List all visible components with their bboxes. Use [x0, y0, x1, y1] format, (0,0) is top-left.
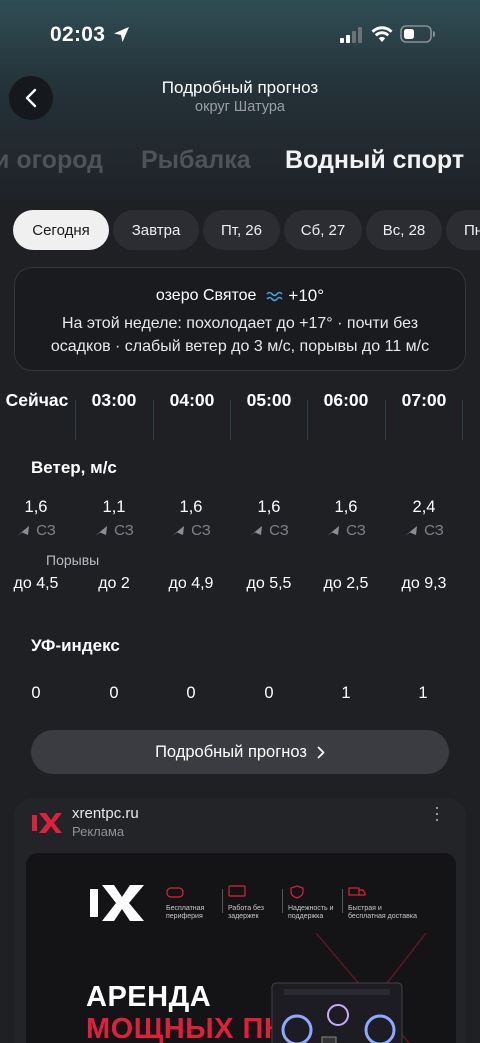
chevron-right-icon: [317, 746, 325, 758]
ad-label: Реклама: [72, 824, 125, 839]
sport-tabs: и огород Рыбалка Водный спорт: [0, 140, 480, 184]
rentx-banner-logo: [90, 885, 144, 921]
uv-value: 1: [418, 684, 428, 702]
day-tab-fri[interactable]: Пт, 26: [203, 210, 280, 250]
day-tab-tomorrow[interactable]: Завтра: [113, 210, 199, 250]
ad-feature: Бесплатная периферия: [166, 905, 205, 920]
wind-speed: 2,4: [412, 498, 436, 516]
wind-direction-arrow-icon: [17, 525, 30, 536]
wind-direction: СЗ: [269, 522, 289, 539]
cellular-signal-icon: [340, 27, 362, 43]
wifi-icon: [371, 26, 393, 42]
ad-domain[interactable]: xrentpc.ru: [72, 805, 139, 822]
wind-direction-arrow-icon: [95, 525, 108, 536]
lake-name: озеро Святое: [155, 287, 257, 304]
wind-speed: 1,6: [334, 498, 358, 516]
uv-section-title: УФ-индекс: [31, 636, 120, 655]
status-bar: 02:03: [0, 0, 480, 70]
hours-row: Сейчас 03:00 04:00 05:00 06:00 07:00: [0, 380, 480, 440]
weekly-forecast-text: На этой неделе: похолодает до +17° · поч…: [50, 315, 430, 355]
tab-water-sport[interactable]: Водный спорт: [285, 146, 464, 175]
ad-banner[interactable]: Бесплатная периферия Работа без задержек…: [26, 853, 456, 1043]
location-arrow-icon: [114, 27, 129, 42]
wind-gust: до 4,9: [168, 575, 214, 592]
more-options-icon[interactable]: · · ·: [434, 798, 440, 828]
wind-direction: СЗ: [191, 522, 211, 539]
wind-speed: 1,6: [24, 498, 48, 516]
feature-divider: [342, 889, 343, 913]
hour-label: 03:00: [91, 390, 137, 410]
uv-value: 0: [109, 684, 119, 702]
detailed-forecast-label: Подробный прогноз: [155, 742, 307, 761]
wind-direction-arrow-icon: [327, 525, 340, 536]
gaming-pc-image: [271, 982, 403, 1043]
day-tab-sun[interactable]: Вс, 28: [366, 210, 442, 250]
water-waves-icon: [266, 291, 284, 302]
uv-value: 0: [31, 684, 41, 702]
wind-direction: СЗ: [424, 522, 444, 539]
status-time: 02:03: [50, 23, 106, 46]
wind-section-title: Ветер, м/с: [31, 458, 117, 477]
tab-fishing[interactable]: Рыбалка: [141, 146, 251, 175]
wind-gust: до 9,3: [401, 575, 447, 592]
day-tab-today[interactable]: Сегодня: [13, 210, 109, 250]
wind-speed: 1,1: [102, 498, 126, 516]
ad-headline: АРЕНДА: [86, 981, 212, 1013]
ad-feature: Быстрая и бесплатная доставка: [348, 905, 417, 920]
wind-gust: до 4,5: [13, 575, 59, 592]
ad-feature: Работа без задержек: [228, 905, 264, 920]
wind-gust: до 2,5: [323, 575, 369, 592]
wind-direction-arrow-icon: [405, 525, 418, 536]
delivery-truck-icon: [348, 887, 366, 896]
wind-gust: до 5,5: [246, 575, 292, 592]
hour-label: 07:00: [401, 390, 447, 410]
wind-direction-arrow-icon: [172, 525, 185, 536]
shield-check-icon: [290, 885, 304, 899]
page-title: Подробный прогноз: [161, 78, 319, 97]
hour-label: 04:00: [169, 390, 215, 410]
day-tab-mon[interactable]: Пн: [446, 210, 480, 250]
gusts-label: Порывы: [46, 552, 100, 568]
hour-label: 06:00: [323, 390, 369, 410]
uv-value: 0: [264, 684, 274, 702]
tab-garden[interactable]: и огород: [0, 146, 103, 175]
wind-direction: СЗ: [346, 522, 366, 539]
gamepad-icon: [166, 887, 184, 898]
wind-speed: 1,6: [179, 498, 203, 516]
ad-headline-accent: МОЩНЫХ ПК: [86, 1013, 283, 1043]
ad-card[interactable]: xrentpc.ru Реклама · · · Бесплатная перифе…: [14, 798, 466, 1043]
feature-divider: [282, 889, 283, 913]
wind-speed: 1,6: [257, 498, 281, 516]
location-subtitle: округ Шатура: [195, 99, 285, 115]
battery-icon: [400, 25, 435, 43]
hour-label: 05:00: [246, 390, 292, 410]
feature-divider: [222, 889, 223, 913]
day-tab-sat[interactable]: Сб, 27: [284, 210, 362, 250]
wind-direction: СЗ: [114, 522, 134, 539]
day-tabs: Сегодня Завтра Пт, 26 Сб, 27 Вс, 28 Пн: [0, 208, 480, 252]
hour-label: Сейчас: [5, 390, 69, 410]
ad-feature: Надежность и поддержка: [288, 905, 334, 920]
monitor-icon: [228, 885, 246, 897]
water-temperature: +10°: [288, 286, 325, 305]
uv-value: 1: [341, 684, 351, 702]
detailed-forecast-button[interactable]: Подробный прогноз: [31, 730, 449, 774]
wind-direction-arrow-icon: [250, 525, 263, 536]
weekly-forecast-card: озеро Святое +10° На этой неделе: похоло…: [14, 267, 466, 371]
wind-direction: СЗ: [36, 522, 56, 539]
hour-divider: [462, 400, 463, 440]
uv-value: 0: [186, 684, 196, 702]
rentx-logo: [32, 813, 62, 833]
wind-gust: до 2: [98, 575, 130, 592]
